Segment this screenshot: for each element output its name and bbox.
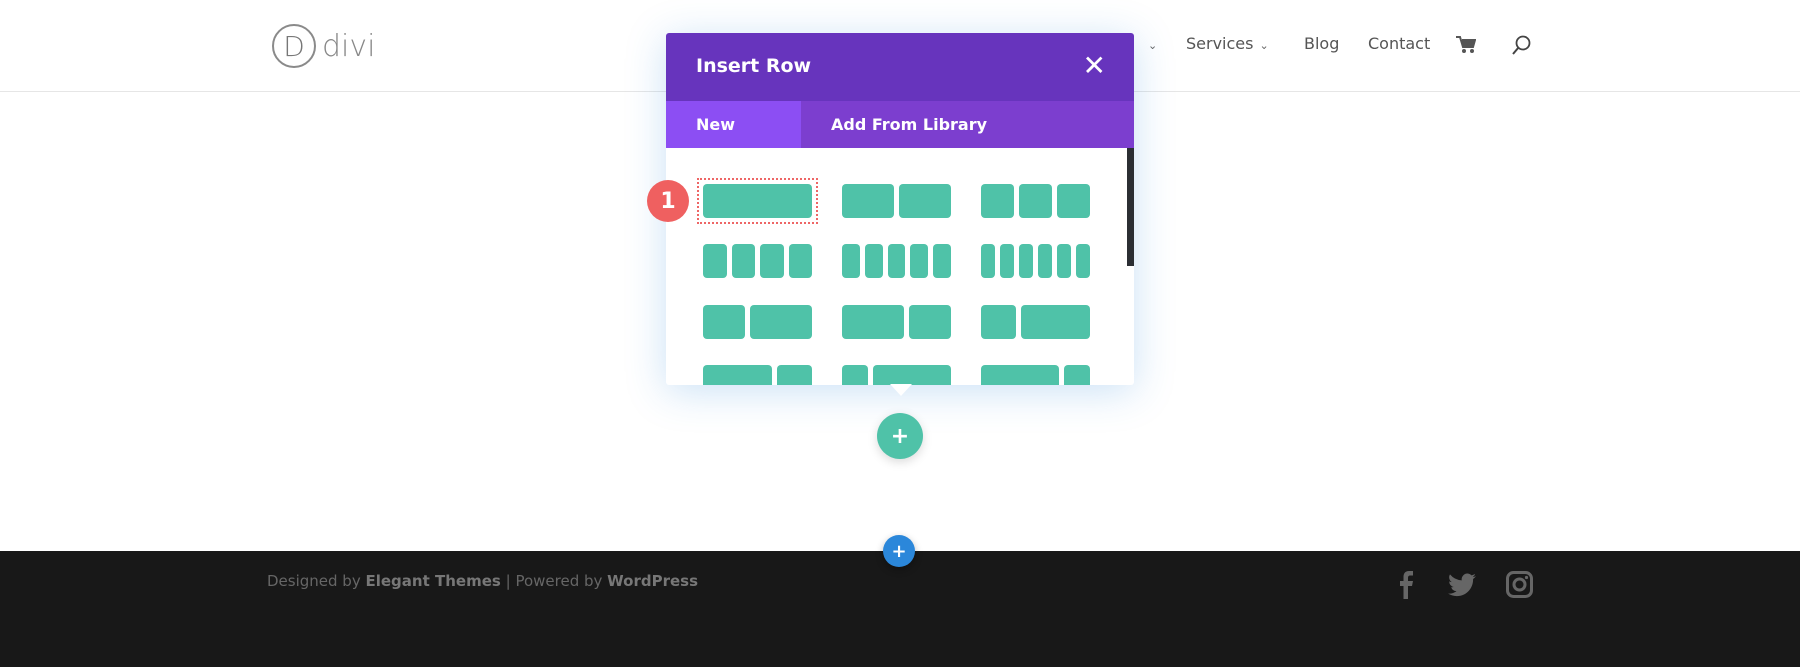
row-layout-option[interactable] (842, 305, 951, 339)
row-layout-option[interactable] (703, 365, 812, 385)
row-layout-option[interactable] (981, 365, 1090, 385)
row-layout-option[interactable] (703, 244, 812, 278)
chevron-down-icon: ⌄ (1148, 39, 1158, 52)
layout-column (703, 365, 773, 385)
twitter-icon[interactable] (1448, 573, 1476, 597)
credit-text: Designed by (267, 572, 361, 590)
scrollbar[interactable] (1127, 148, 1134, 266)
layout-column (933, 244, 951, 278)
insert-row-modal: Insert Row ✕ New Row Add From Library (666, 33, 1134, 385)
layout-column (899, 184, 951, 218)
layout-column (1064, 365, 1090, 385)
layout-column (1057, 184, 1090, 218)
layout-column (788, 244, 812, 278)
divi-logo[interactable]: D divi (272, 24, 375, 68)
layout-column (703, 305, 745, 339)
row-layout-option[interactable] (981, 184, 1090, 218)
site-footer: Designed by Elegant Themes | Powered by … (0, 551, 1800, 667)
layout-column (749, 305, 812, 339)
nav-label: Services (1186, 34, 1254, 53)
close-icon[interactable]: ✕ (1083, 49, 1106, 82)
cart-icon[interactable] (1456, 36, 1476, 54)
nav-blog[interactable]: Blog (1304, 34, 1339, 53)
row-layout-option[interactable] (981, 305, 1090, 339)
layout-column (760, 244, 784, 278)
row-layout-option[interactable] (697, 178, 818, 224)
nav-services[interactable]: Services ⌄ (1186, 34, 1269, 53)
instagram-icon[interactable] (1506, 571, 1533, 598)
step-badge: 1 (647, 180, 689, 222)
wordpress-link[interactable]: WordPress (607, 572, 698, 590)
layout-column (1019, 244, 1033, 278)
layout-column (1038, 244, 1052, 278)
layout-column (910, 244, 929, 278)
modal-header: Insert Row ✕ (666, 33, 1134, 101)
layout-column (842, 244, 860, 278)
separator: | (505, 572, 511, 590)
row-layout-option[interactable] (981, 244, 1090, 278)
add-row-button[interactable]: + (877, 413, 923, 459)
logo-text: divi (322, 28, 376, 64)
add-section-button[interactable]: + (883, 535, 915, 567)
chevron-down-icon: ⌄ (1259, 39, 1269, 52)
layout-column (842, 365, 868, 385)
layout-column (981, 184, 1014, 218)
layout-column (981, 365, 1059, 385)
layout-column (1000, 244, 1014, 278)
search-icon[interactable] (1511, 35, 1531, 57)
layout-column (981, 305, 1016, 339)
nav-hidden-chevron[interactable]: ⌄ (1142, 34, 1157, 53)
layout-column (873, 365, 951, 385)
layout-column (1019, 184, 1052, 218)
footer-credits: Designed by Elegant Themes | Powered by … (267, 572, 698, 590)
tab-new-row[interactable]: New Row (666, 101, 801, 181)
layout-column (981, 244, 995, 278)
layout-column (909, 305, 951, 339)
row-layout-option[interactable] (842, 244, 951, 278)
layout-column (703, 184, 812, 218)
tab-add-from-library[interactable]: Add From Library (801, 101, 1017, 148)
layout-column (777, 365, 812, 385)
row-layout-option[interactable] (842, 365, 951, 385)
layout-column (1057, 244, 1071, 278)
layout-column (1020, 305, 1090, 339)
layout-column (864, 244, 883, 278)
layout-column (1076, 244, 1090, 278)
layout-column (703, 244, 727, 278)
modal-tabs: New Row Add From Library (666, 101, 1134, 181)
layout-column (731, 244, 755, 278)
facebook-icon[interactable] (1399, 571, 1413, 599)
modal-pointer (890, 384, 912, 396)
modal-title: Insert Row (696, 55, 812, 77)
nav-contact[interactable]: Contact (1368, 34, 1430, 53)
layout-column (842, 184, 894, 218)
row-layout-option[interactable] (842, 184, 951, 218)
layout-column (887, 244, 906, 278)
elegant-themes-link[interactable]: Elegant Themes (366, 572, 501, 590)
row-layout-option[interactable] (703, 305, 812, 339)
logo-mark: D (272, 24, 316, 68)
credit-text: Powered by (515, 572, 603, 590)
layout-column (842, 305, 905, 339)
